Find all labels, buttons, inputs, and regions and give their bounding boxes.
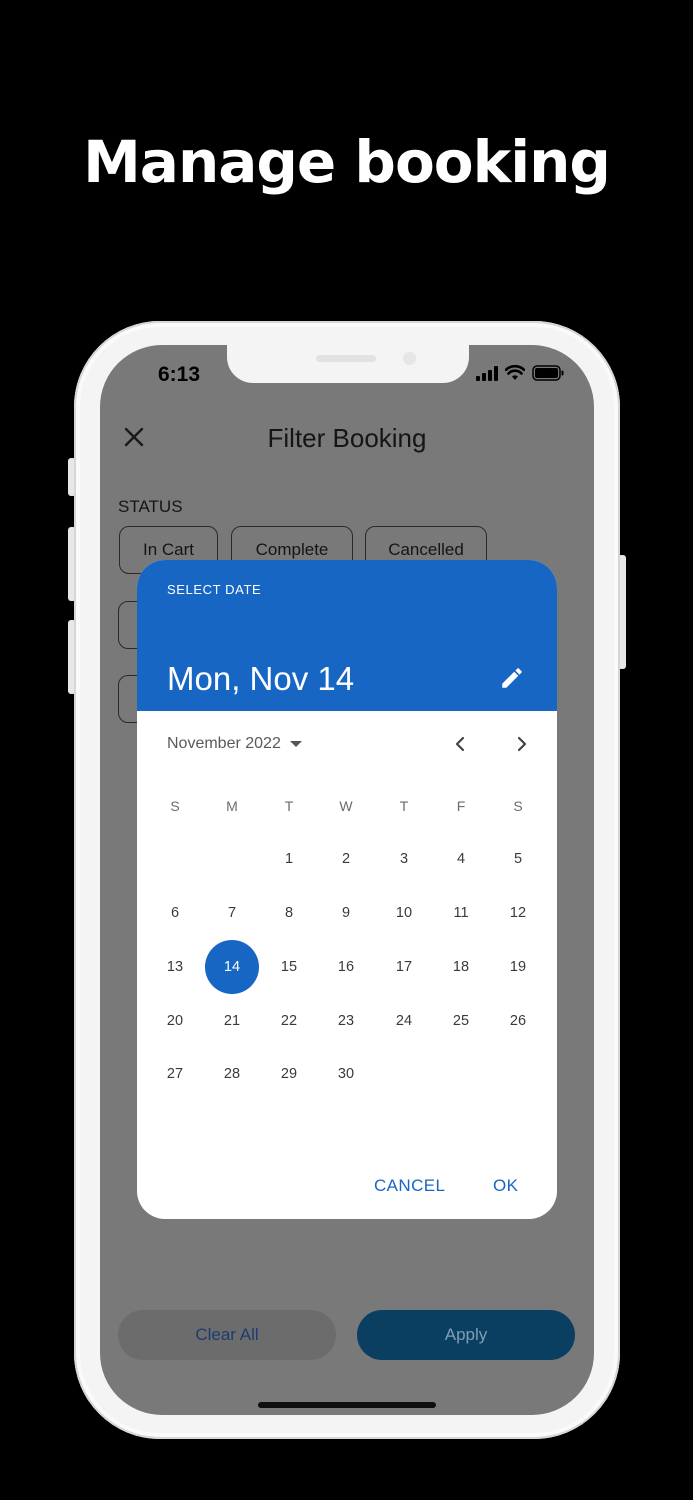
calendar-day[interactable]: 24 [377,994,431,1048]
calendar-day[interactable]: 13 [148,940,202,994]
cancel-button[interactable]: CANCEL [374,1176,445,1196]
calendar-day[interactable]: 8 [262,886,316,940]
calendar-day[interactable]: 25 [434,994,488,1048]
calendar-day[interactable]: 15 [262,940,316,994]
calendar-day[interactable]: 10 [377,886,431,940]
calendar-day[interactable]: 29 [262,1047,316,1101]
calendar-day[interactable]: 5 [491,832,545,886]
clear-all-button[interactable]: Clear All [118,1310,336,1360]
pencil-icon[interactable] [499,665,525,691]
page-title: Filter Booking [267,423,427,453]
calendar-day[interactable]: 16 [319,940,373,994]
calendar-day[interactable]: 23 [319,994,373,1048]
calendar-day[interactable]: 2 [319,832,373,886]
calendar-day[interactable]: 30 [319,1047,373,1101]
month-year-label: November 2022 [167,735,281,752]
status-section-label: STATUS [118,497,183,516]
calendar-day[interactable]: 19 [491,940,545,994]
calendar-week-row: 20 21 22 23 24 25 26 [147,994,547,1048]
calendar-day[interactable]: 12 [491,886,545,940]
calendar-day[interactable]: 26 [491,994,545,1048]
chevron-left-icon[interactable] [450,734,470,754]
ok-button[interactable]: OK [493,1176,518,1196]
apply-button[interactable]: Apply [357,1310,575,1360]
weekday-label: W [339,798,353,814]
status-time: 6:13 [158,363,201,386]
calendar-day[interactable]: 17 [377,940,431,994]
date-picker-dialog: SELECT DATE Mon, Nov 14 November 2022 S … [137,560,557,1219]
calendar-day[interactable]: 1 [262,832,316,886]
weekday-header-row: S M T W T F S [147,779,547,833]
select-date-label: SELECT DATE [167,582,262,597]
camera [403,352,416,365]
calendar-day[interactable]: 28 [205,1047,259,1101]
speaker [316,355,376,362]
notch [227,345,469,383]
calendar-day[interactable]: 6 [148,886,202,940]
status-icons [476,365,564,381]
calendar-week-row: 27 28 29 30 [147,1047,547,1101]
weekday-label: M [226,798,238,814]
calendar-day[interactable]: 4 [434,832,488,886]
calendar-week-row: 13 14 15 16 17 18 19 [147,940,547,994]
calendar-day[interactable]: 3 [377,832,431,886]
headline: Manage booking [83,128,611,196]
signal-icon [476,365,498,381]
weekday-label: T [284,798,294,814]
calendar-day-selected[interactable]: 14 [205,940,259,994]
calendar-day[interactable]: 9 [319,886,373,940]
month-year-dropdown[interactable]: November 2022 [167,735,302,753]
weekday-label: S [170,798,180,814]
home-indicator[interactable] [258,1402,436,1408]
wifi-icon [505,365,525,380]
calendar-day[interactable]: 7 [205,886,259,940]
calendar-day[interactable]: 21 [205,994,259,1048]
calendar-week-row: 6 7 8 9 10 11 12 [147,886,547,940]
weekday-label: F [456,798,466,814]
chevron-right-icon[interactable] [512,734,532,754]
calendar-day[interactable]: 22 [262,994,316,1048]
dropdown-arrow-icon [289,741,302,747]
weekday-label: S [513,798,523,814]
calendar-day[interactable]: 11 [434,886,488,940]
battery-icon [532,365,564,381]
calendar-day[interactable]: 27 [148,1047,202,1101]
calendar-week-row: 12345 [147,832,547,886]
calendar-day[interactable]: 18 [434,940,488,994]
weekday-label: T [399,798,409,814]
date-picker-header: SELECT DATE Mon, Nov 14 [137,560,557,711]
calendar-day[interactable]: 20 [148,994,202,1048]
selected-date-text: Mon, Nov 14 [167,660,355,697]
